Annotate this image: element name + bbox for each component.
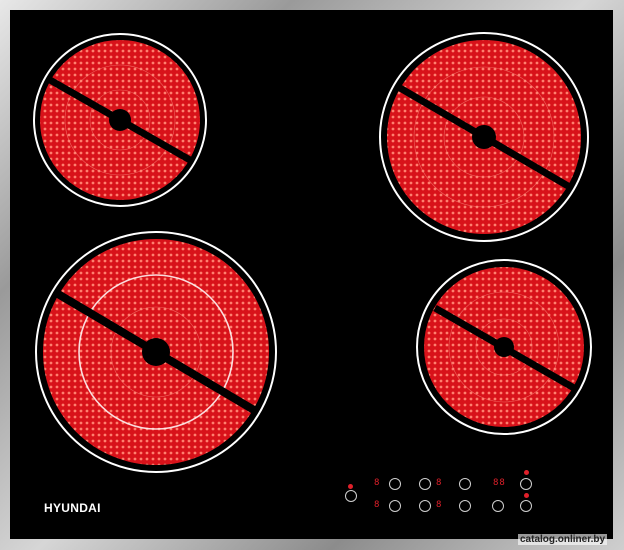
watermark: catalog.onliner.by [518,534,608,545]
info-indicator-led [524,470,529,475]
display-3: 8 [436,478,443,488]
display-4: 8 [436,500,443,510]
power-icon[interactable] [345,490,357,502]
timer-display: 88 [493,478,506,488]
plus-icon[interactable] [459,478,471,490]
lock-indicator-led [524,493,529,498]
burner-rear-left[interactable] [33,33,207,207]
cooktop-drawing [33,32,592,473]
burner-select-icon[interactable] [419,478,431,490]
minus-icon[interactable] [459,500,471,512]
power-indicator-led [348,484,353,489]
burner-select-icon[interactable] [389,478,401,490]
timer-icon[interactable] [492,500,504,512]
brand-logo: HYUNDAI [44,501,101,515]
burner-rear-right[interactable] [379,32,589,242]
burner-front-right[interactable] [416,259,592,435]
display-1: 8 [374,478,381,488]
burner-select-icon[interactable] [389,500,401,512]
burner-select-icon[interactable] [419,500,431,512]
burner-front-left[interactable] [35,231,277,473]
info-icon[interactable] [520,478,532,490]
lock-icon[interactable] [520,500,532,512]
display-2: 8 [374,500,381,510]
